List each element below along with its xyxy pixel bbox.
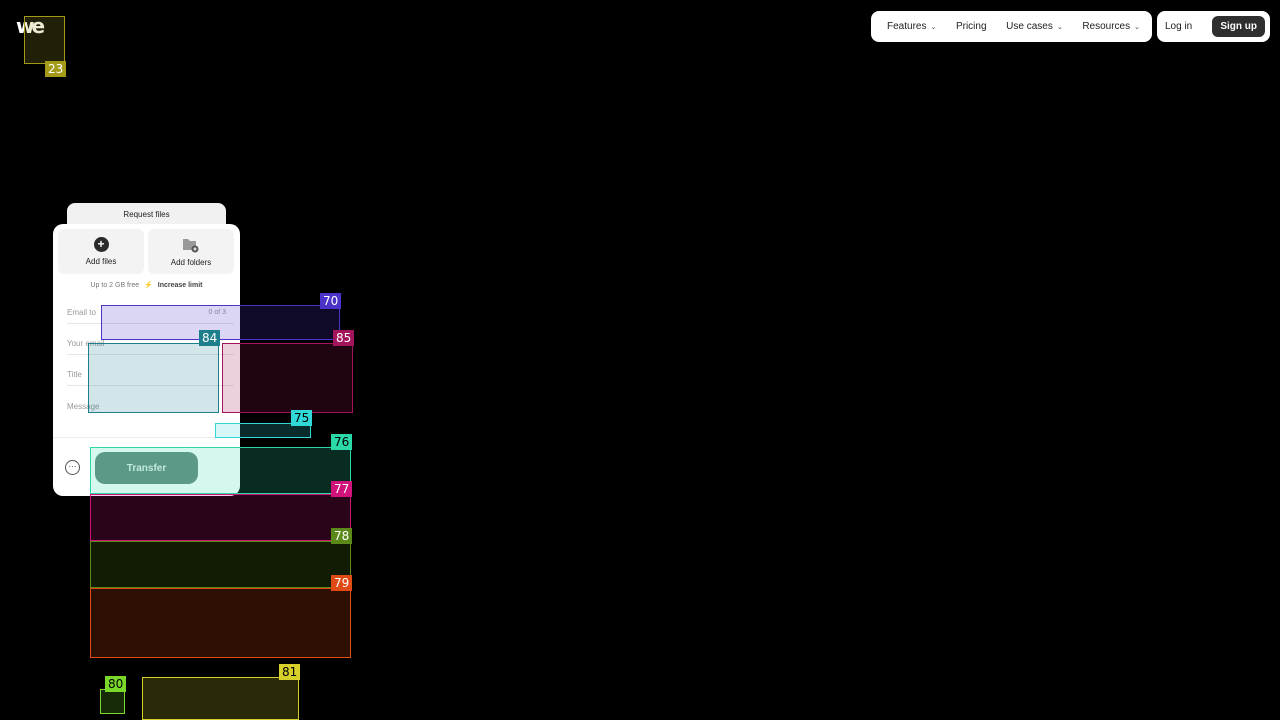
overlay-box-80 (100, 689, 125, 714)
nav-use-cases-label: Use cases (1006, 21, 1053, 32)
chevron-down-icon: ⌄ (930, 23, 937, 31)
overlay-box-79 (90, 588, 351, 658)
add-folders-label: Add folders (170, 257, 212, 267)
nav-resources[interactable]: Resources ⌄ (1082, 21, 1140, 32)
chevron-down-icon: ⌄ (1056, 23, 1063, 31)
overlay-label-79: 79 (331, 575, 353, 591)
nav-use-cases[interactable]: Use cases ⌄ (1006, 21, 1063, 32)
add-files-button[interactable]: + Add files (58, 229, 144, 274)
overlay-box-76 (90, 447, 351, 494)
limit-text: Up to 2 GB free (90, 282, 140, 289)
overlay-label-85: 85 (333, 330, 355, 346)
more-options-icon[interactable]: ··· (65, 460, 80, 475)
lightning-icon: ⚡ (144, 282, 153, 289)
overlay-box-78 (90, 541, 351, 588)
nav-resources-label: Resources (1082, 21, 1131, 32)
auth-nav: Log in Sign up (1157, 11, 1270, 42)
limit-row: Up to 2 GB free ⚡ Increase limit (53, 281, 240, 289)
overlay-label-70: 70 (320, 293, 342, 309)
login-button[interactable]: Log in (1165, 21, 1192, 32)
add-files-label: Add files (85, 257, 117, 266)
title-placeholder: Title (67, 370, 82, 379)
request-files-tab[interactable]: Request files (67, 203, 226, 225)
overlay-box-23 (24, 16, 65, 64)
chevron-down-icon: ⌄ (1134, 23, 1140, 31)
plus-circle-icon: + (93, 237, 109, 252)
overlay-box-84 (88, 343, 219, 413)
overlay-label-75: 75 (291, 410, 313, 426)
signup-button[interactable]: Sign up (1212, 16, 1265, 37)
nav-pricing-label: Pricing (955, 21, 987, 32)
overlay-label-78: 78 (331, 528, 353, 544)
overlay-box-81 (142, 677, 299, 720)
overlay-label-77: 77 (331, 481, 353, 497)
panel-divider (53, 437, 240, 438)
increase-limit-link[interactable]: Increase limit (158, 282, 203, 289)
main-nav: Features ⌄ Pricing Use cases ⌄ Resources… (871, 11, 1152, 42)
overlay-box-77 (90, 494, 351, 541)
overlay-box-85 (222, 343, 353, 413)
add-folders-button[interactable]: Add folders (148, 229, 234, 274)
nav-features-label: Features (887, 21, 927, 32)
nav-pricing[interactable]: Pricing (956, 21, 987, 32)
overlay-label-80: 80 (105, 676, 127, 692)
overlay-label-84: 84 (199, 330, 221, 346)
folder-add-icon (183, 238, 199, 252)
overlay-label-23: 23 (45, 61, 67, 77)
email-to-placeholder: Email to (67, 308, 96, 317)
overlay-box-70 (101, 305, 340, 340)
nav-features[interactable]: Features ⌄ (887, 21, 936, 32)
overlay-label-81: 81 (279, 664, 301, 680)
overlay-label-76: 76 (331, 434, 353, 450)
